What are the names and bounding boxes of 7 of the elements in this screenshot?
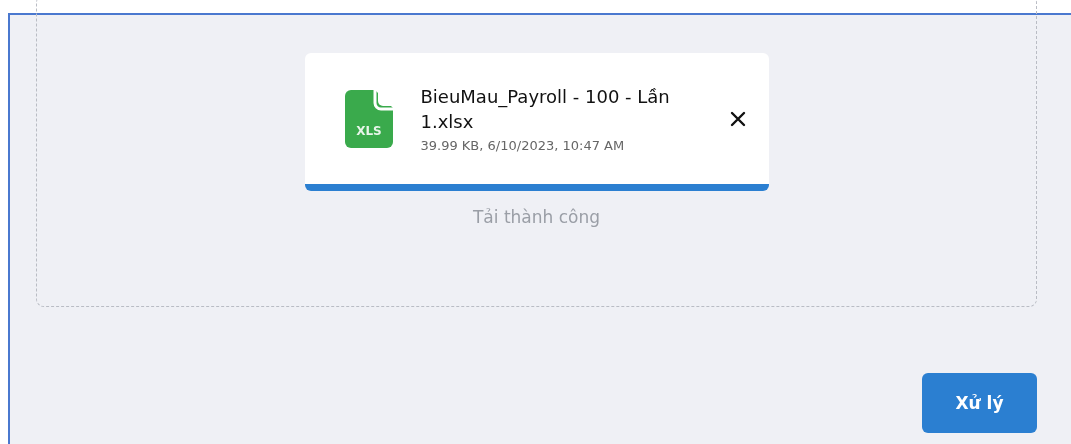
- upload-status: Tải thành công: [472, 207, 601, 227]
- file-name: BieuMau_Payroll - 100 - Lần 1.xlsx: [420, 85, 671, 134]
- spreadsheet-file-icon: XLS: [344, 89, 393, 148]
- drop-zone[interactable]: XLS BieuMau_Payroll - 100 - Lần 1.xlsx 39.99 KB, 6/10/2023, 10:47 AM Tải thành công: [36, 0, 1037, 307]
- close-button[interactable]: [728, 109, 747, 128]
- process-button[interactable]: Xử lý: [922, 373, 1037, 433]
- file-details: 39.99 KB, 6/10/2023, 10:47 AM: [420, 138, 626, 153]
